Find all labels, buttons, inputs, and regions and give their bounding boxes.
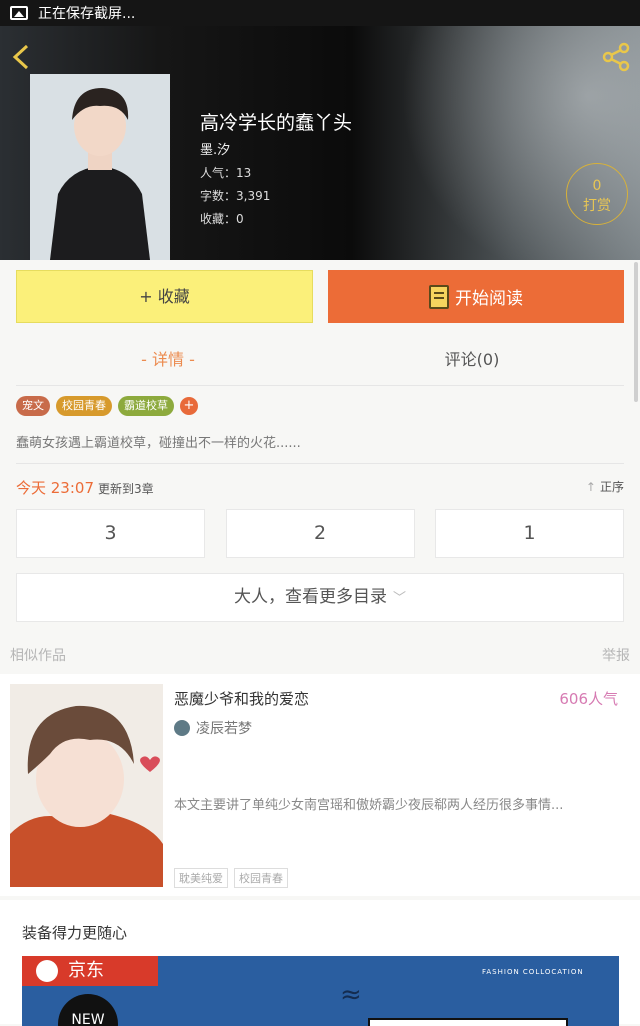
similar-work-cover (10, 684, 163, 887)
similar-work-tags: 耽美纯爱 校园青春 (174, 868, 288, 888)
similar-work-title: 恶魔少爷和我的爱恋 (174, 690, 310, 708)
back-arrow-icon[interactable] (10, 42, 32, 72)
tag-item[interactable]: 校园青春 (56, 396, 112, 416)
tag-item: 耽美纯爱 (174, 868, 228, 888)
share-icon[interactable] (600, 42, 632, 72)
book-author[interactable]: 墨.汐 (200, 139, 230, 158)
start-reading-button[interactable]: 开始阅读 (328, 270, 624, 323)
tab-comments[interactable]: 评论(0) (320, 336, 624, 385)
similar-work-description: 本文主要讲了单纯少女南宫瑶和傲娇霸少夜辰郗两人经历很多事情... (174, 798, 564, 813)
popularity-stat: 人气：13 (200, 166, 252, 180)
detail-tabs: - 详情 - 评论(0) (16, 336, 624, 386)
chevron-down-icon: ﹀ (392, 591, 406, 606)
similar-work-popularity: 606人气 (559, 690, 618, 708)
tag-item[interactable]: 霸道校草 (118, 396, 174, 416)
ad-section: 装备得力更随心 京东 ≈ FASHION COLLOCATION NEW (0, 900, 640, 1026)
avatar (174, 720, 190, 736)
tip-label: 打赏 (583, 198, 611, 214)
tag-item: 校园青春 (234, 868, 288, 888)
tab-detail[interactable]: - 详情 - (16, 336, 320, 385)
favorite-button[interactable]: + 收藏 (16, 270, 313, 323)
tip-button[interactable]: 0 打赏 (566, 163, 628, 225)
book-description: 蠢萌女孩遇上霸道校草，碰撞出不一样的火花...... (16, 436, 301, 451)
book-icon (429, 284, 449, 309)
status-text: 正在保存截屏... (38, 6, 136, 22)
update-text: 更新到3章 (98, 482, 154, 496)
similar-work-card[interactable]: 恶魔少爷和我的爱恋 606人气 凌辰若梦 本文主要讲了单纯少女南宫瑶和傲娇霸少夜… (0, 674, 640, 896)
start-reading-label: 开始阅读 (455, 289, 523, 309)
brand-logo: 京东 (22, 956, 158, 986)
book-title: 高冷学长的蠢丫头 (200, 112, 353, 134)
ad-tagline: FASHION COLLOCATION (482, 968, 584, 976)
report-link[interactable]: 举报 (602, 645, 630, 665)
update-time: 今天 23:07 (16, 479, 94, 497)
tag-list: 宠文 校园青春 霸道校草 + (16, 396, 198, 416)
tag-item[interactable]: 宠文 (16, 396, 50, 416)
new-badge: NEW (58, 994, 118, 1026)
favorites-stat: 收藏：0 (200, 212, 244, 226)
more-toc-label: 大人，查看更多目录 (233, 587, 387, 607)
banner-panel (368, 1018, 568, 1026)
chapter-button[interactable]: 3 (16, 509, 205, 558)
screenshot-icon (10, 6, 28, 20)
ad-banner[interactable]: 京东 ≈ FASHION COLLOCATION NEW (22, 956, 619, 1026)
sort-arrow-icon: ↑ (585, 480, 596, 494)
cover-portrait-image (30, 74, 170, 260)
tip-count: 0 (592, 178, 602, 194)
more-toc-button[interactable]: 大人，查看更多目录 ﹀ (16, 573, 624, 622)
word-count-stat: 字数：3,391 (200, 189, 271, 203)
jd-dog-icon (36, 960, 58, 982)
similar-work-author: 凌辰若梦 (174, 718, 252, 738)
wave-icon: ≈ (340, 980, 362, 1010)
update-info: 今天 23:07 更新到3章 (16, 477, 154, 498)
status-bar: 正在保存截屏... (0, 0, 640, 26)
author-name: 凌辰若梦 (196, 721, 252, 737)
ad-title: 装备得力更随心 (22, 924, 128, 942)
sort-order-toggle[interactable]: ↑ 正序 (586, 478, 624, 495)
add-tag-button[interactable]: + (180, 397, 198, 415)
scrollbar[interactable] (634, 262, 638, 402)
action-bar: + 收藏 开始阅读 (0, 260, 640, 336)
chapter-list: 3 2 1 (16, 509, 624, 558)
chapter-button[interactable]: 1 (435, 509, 624, 558)
brand-name: 京东 (68, 960, 104, 981)
book-cover[interactable] (30, 74, 170, 260)
book-header: 高冷学长的蠢丫头 墨.汐 人气：13 字数：3,391 收藏：0 0 打赏 (0, 26, 640, 260)
divider (16, 463, 624, 464)
similar-works-heading: 相似作品 (10, 648, 66, 664)
anime-portrait-image (10, 684, 163, 887)
chapter-button[interactable]: 2 (225, 509, 415, 558)
sort-order-label: 正序 (599, 480, 624, 494)
